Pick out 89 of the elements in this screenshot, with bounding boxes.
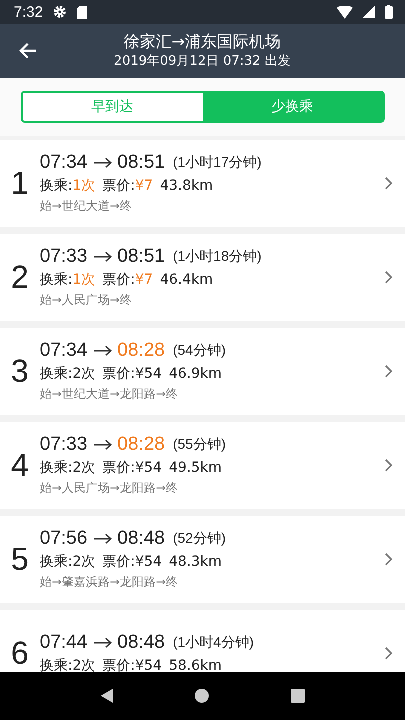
arrow-icon bbox=[92, 157, 113, 169]
arrow-icon bbox=[92, 637, 113, 649]
duration: (1小时17分钟) bbox=[173, 154, 262, 172]
route-stops: 始→世纪大道→终 bbox=[40, 198, 134, 215]
duration: (1小时4分钟) bbox=[173, 634, 254, 652]
departure-time: 2019年09月12日 07:32 出发 bbox=[114, 53, 291, 71]
route-stops: 始→人民广场→终 bbox=[40, 292, 134, 309]
chevron-right-icon bbox=[385, 647, 393, 660]
back-arrow-icon[interactable] bbox=[18, 41, 38, 61]
route-number: 6 bbox=[10, 635, 30, 672]
transfers-label: 换乘: bbox=[40, 365, 73, 383]
arrive-time: 08:28 bbox=[118, 340, 166, 362]
route-stops: 始→人民广场→龙阳路→终 bbox=[40, 480, 180, 497]
price-label: 票价: bbox=[102, 365, 136, 383]
sd-card-icon bbox=[77, 6, 88, 18]
price: ¥7 bbox=[135, 272, 154, 288]
distance: 48.3km bbox=[169, 554, 222, 570]
transfers-label: 换乘: bbox=[40, 459, 73, 477]
depart-time: 07:33 bbox=[40, 434, 88, 456]
arrow-icon bbox=[92, 533, 113, 545]
route-number: 2 bbox=[10, 259, 30, 296]
transfers-label: 换乘: bbox=[40, 553, 73, 571]
depart-time: 07:34 bbox=[40, 340, 88, 362]
duration: (1小时18分钟) bbox=[173, 248, 262, 266]
wifi-icon bbox=[337, 6, 353, 18]
arrow-icon bbox=[92, 251, 113, 263]
arrow-icon bbox=[92, 345, 113, 357]
gear-icon bbox=[53, 5, 68, 19]
route-card[interactable]: 5 07:56 08:48 (52分钟) 换乘:2次 票价:¥54 48.3km 始→肇嘉浜路→龙阳路→终 bbox=[0, 516, 405, 603]
price-label: 票价: bbox=[102, 271, 136, 289]
transfers-count: 2次 bbox=[72, 657, 96, 672]
chevron-right-icon bbox=[385, 271, 393, 284]
transfers-count: 1次 bbox=[72, 177, 96, 195]
arrive-time: 08:51 bbox=[118, 246, 166, 268]
depart-time: 07:34 bbox=[40, 152, 88, 174]
price: ¥7 bbox=[135, 178, 154, 194]
arrive-time: 08:28 bbox=[118, 434, 166, 456]
price-label: 票价: bbox=[102, 657, 136, 672]
back-icon[interactable] bbox=[100, 688, 114, 704]
transfers-label: 换乘: bbox=[40, 657, 73, 672]
route-number: 4 bbox=[10, 447, 30, 484]
route-card[interactable]: 2 07:33 08:51 (1小时18分钟) 换乘:1次 票价:¥7 46.4km 始→人民广场→终 bbox=[0, 234, 405, 321]
price: ¥54 bbox=[135, 554, 162, 570]
distance: 43.8km bbox=[160, 178, 214, 194]
price-label: 票价: bbox=[102, 553, 136, 571]
route-stops: 始→肇嘉浜路→龙阳路→终 bbox=[40, 574, 180, 591]
distance: 58.6km bbox=[169, 658, 222, 672]
transfers-label: 换乘: bbox=[40, 271, 73, 289]
duration: (54分钟) bbox=[173, 342, 226, 360]
route-number: 5 bbox=[10, 541, 30, 578]
price-label: 票价: bbox=[102, 459, 136, 477]
transfers-count: 2次 bbox=[72, 553, 96, 571]
chevron-right-icon bbox=[385, 365, 393, 378]
arrive-time: 08:51 bbox=[118, 152, 166, 174]
duration: (52分钟) bbox=[173, 530, 226, 548]
route-number: 1 bbox=[10, 165, 30, 202]
arrow-icon bbox=[92, 439, 113, 451]
route-stops: 始→世纪大道→龙阳路→终 bbox=[40, 386, 180, 403]
distance: 46.9km bbox=[169, 366, 222, 382]
route-card[interactable]: 3 07:34 08:28 (54分钟) 换乘:2次 票价:¥54 46.9km 始→世纪大道→龙阳路→终 bbox=[0, 328, 405, 415]
signal-icon bbox=[363, 6, 375, 18]
depart-time: 07:33 bbox=[40, 246, 88, 268]
chevron-right-icon bbox=[385, 459, 393, 472]
price-label: 票价: bbox=[102, 177, 136, 195]
route-number: 3 bbox=[10, 353, 30, 390]
route-card[interactable]: 4 07:33 08:28 (55分钟) 换乘:2次 票价:¥54 49.5km 始→人民广场→龙阳路→终 bbox=[0, 422, 405, 509]
duration: (55分钟) bbox=[173, 436, 226, 454]
price: ¥54 bbox=[135, 460, 162, 476]
distance: 46.4km bbox=[160, 272, 214, 288]
arrive-time: 08:48 bbox=[118, 528, 166, 550]
depart-time: 07:44 bbox=[40, 632, 88, 654]
home-icon[interactable] bbox=[194, 688, 210, 704]
arrive-time: 08:48 bbox=[118, 632, 166, 654]
status-time: 7:32 bbox=[14, 4, 44, 20]
price: ¥54 bbox=[135, 658, 162, 672]
transfers-count: 2次 bbox=[72, 459, 96, 477]
route-card[interactable]: 1 07:34 08:51 (1小时17分钟) 换乘:1次 票价:¥7 43.8km 始→世纪大道→终 bbox=[0, 140, 405, 227]
route-card[interactable]: 6 07:44 08:48 (1小时4分钟) 换乘:2次 票价:¥54 58.6km bbox=[0, 610, 405, 672]
chevron-right-icon bbox=[385, 553, 393, 566]
transfers-count: 1次 bbox=[72, 271, 96, 289]
recents-icon[interactable] bbox=[290, 689, 305, 703]
transfers-label: 换乘: bbox=[40, 177, 73, 195]
transfers-count: 2次 bbox=[72, 365, 96, 383]
depart-time: 07:56 bbox=[40, 528, 88, 550]
route-title: 徐家汇→浦东国际机场 bbox=[124, 31, 282, 53]
battery-icon bbox=[385, 5, 393, 19]
price: ¥54 bbox=[135, 366, 162, 382]
distance: 49.5km bbox=[169, 460, 222, 476]
chevron-right-icon bbox=[385, 177, 393, 190]
